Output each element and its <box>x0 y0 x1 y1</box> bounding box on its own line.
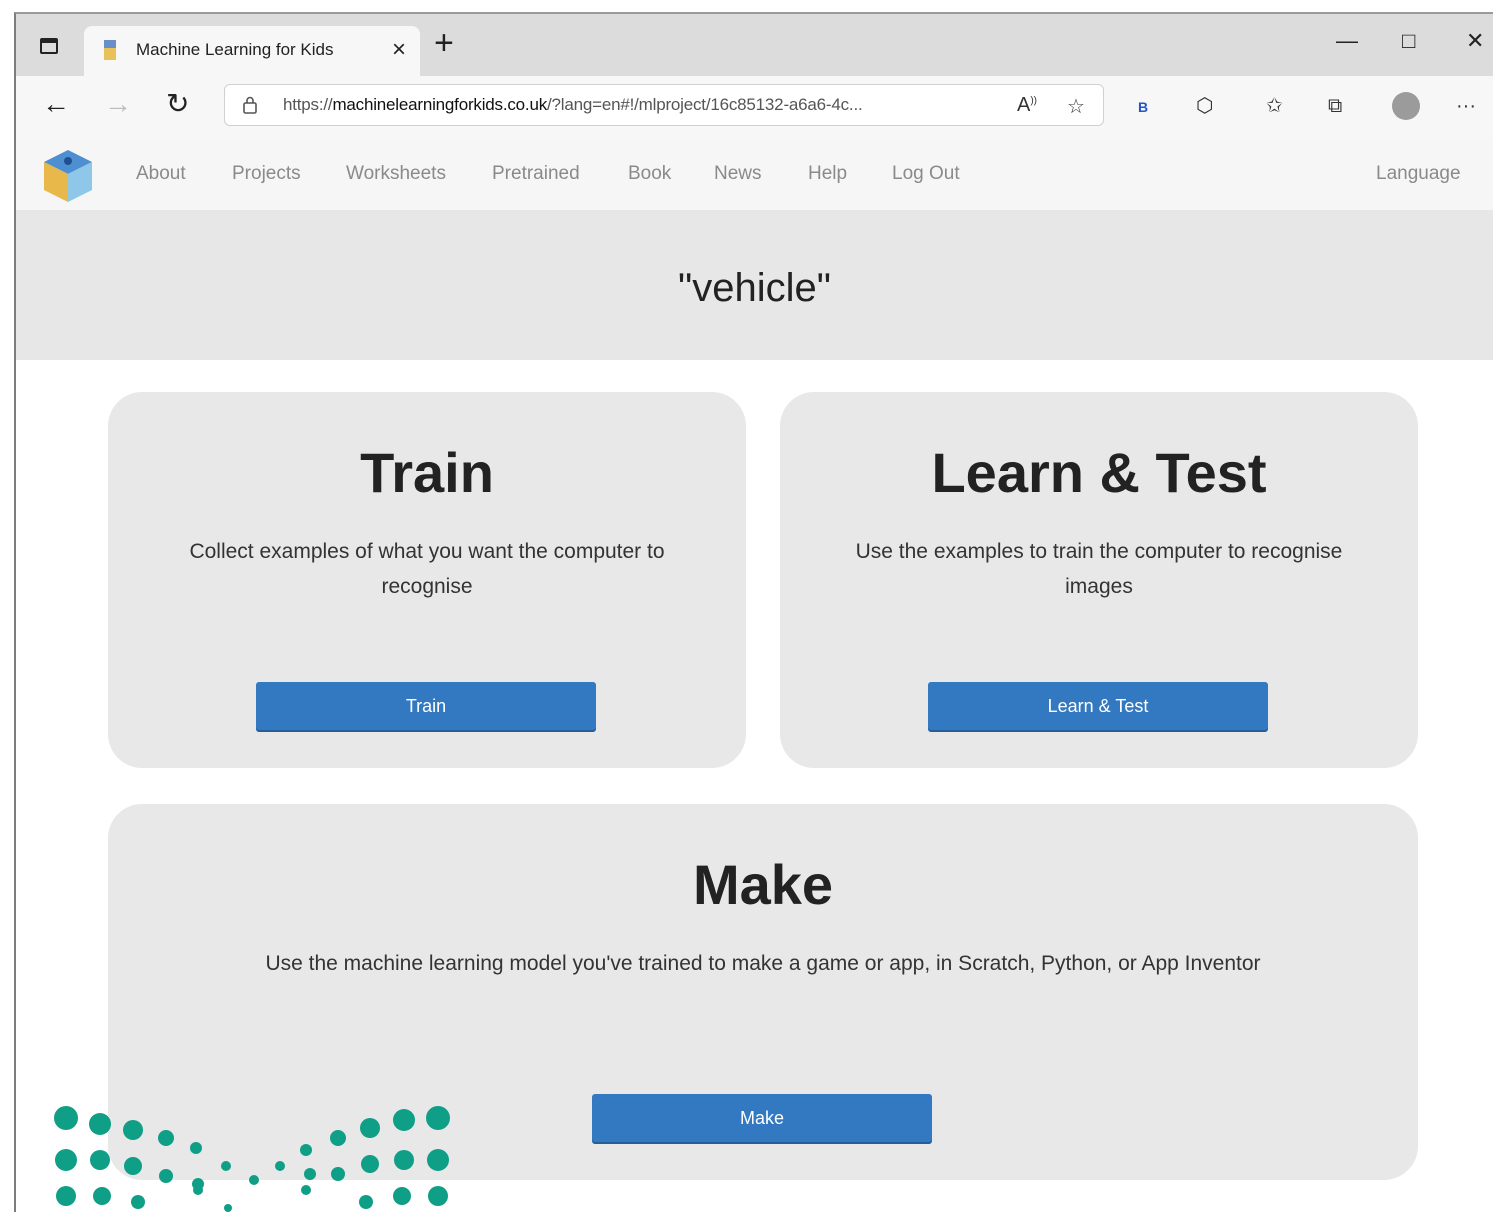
site-favicon-icon <box>104 40 116 60</box>
refresh-button[interactable]: ↻ <box>166 90 189 118</box>
browser-tab[interactable]: Machine Learning for Kids × <box>84 26 420 76</box>
decorative-dot-pattern <box>54 1106 450 1212</box>
learn-test-button[interactable]: Learn & Test <box>928 682 1268 730</box>
close-window-button[interactable]: ✕ <box>1466 28 1484 54</box>
forward-button[interactable]: → <box>104 90 132 118</box>
nav-news[interactable]: News <box>714 163 762 185</box>
new-tab-button[interactable]: + <box>434 26 454 60</box>
add-favorite-icon[interactable]: ☆ <box>1067 94 1085 119</box>
project-title: "vehicle" <box>678 266 831 310</box>
nav-projects[interactable]: Projects <box>232 163 301 185</box>
train-description: Collect examples of what you want the co… <box>128 534 726 604</box>
train-button[interactable]: Train <box>256 682 596 730</box>
learn-test-description-line1: Use the examples to train the computer t… <box>855 540 1343 563</box>
site-logo[interactable] <box>42 148 94 204</box>
nav-worksheets[interactable]: Worksheets <box>346 163 446 185</box>
collections-icon[interactable]: ⧉ <box>1328 96 1342 116</box>
address-bar[interactable]: https://machinelearningforkids.co.uk/?la… <box>224 84 1104 126</box>
nav-log-out[interactable]: Log Out <box>892 163 960 185</box>
train-description-line1: Collect examples of what you want the co… <box>189 540 665 563</box>
tab-title: Machine Learning for Kids <box>136 40 334 59</box>
train-heading: Train <box>360 441 494 504</box>
nav-help[interactable]: Help <box>808 163 847 185</box>
train-description-line2: recognise <box>381 575 473 598</box>
learn-test-card: Learn & Test Use the examples to train t… <box>780 392 1418 768</box>
project-header: "vehicle" <box>16 210 1493 360</box>
more-menu-icon[interactable]: ··· <box>1456 96 1476 116</box>
learn-test-heading: Learn & Test <box>931 441 1267 504</box>
make-heading: Make <box>692 853 834 916</box>
minimize-button[interactable]: — <box>1336 28 1358 54</box>
window-menu-icon[interactable] <box>40 38 58 54</box>
learn-test-description: Use the examples to train the computer t… <box>800 534 1398 604</box>
url-path: /?lang=en#!/mlproject/16c85132-a6a6-4c..… <box>547 95 863 114</box>
make-description: Use the machine learning model you've tr… <box>265 952 1261 975</box>
tab-bar: Machine Learning for Kids × + — □ ✕ <box>16 14 1493 76</box>
url-text: https://machinelearningforkids.co.uk/?la… <box>283 95 863 115</box>
lock-icon <box>243 96 257 114</box>
site-navbar: About Projects Worksheets Pretrained Boo… <box>16 138 1493 210</box>
nav-language[interactable]: Language <box>1376 163 1461 185</box>
url-prefix: https:// <box>283 95 333 114</box>
favorites-icon[interactable]: ✩ <box>1266 96 1283 116</box>
nav-pretrained[interactable]: Pretrained <box>492 163 580 185</box>
extension-icon[interactable]: ⬡ <box>1196 96 1213 116</box>
train-card: Train Collect examples of what you want … <box>108 392 746 768</box>
tab-close-icon[interactable]: × <box>392 36 406 64</box>
url-host: machinelearningforkids.co.uk <box>332 95 548 114</box>
back-button[interactable]: ← <box>42 90 70 118</box>
nav-about[interactable]: About <box>136 163 186 185</box>
profile-avatar[interactable] <box>1392 92 1420 120</box>
read-aloud-icon[interactable]: A)) <box>1017 94 1037 117</box>
browser-window: Machine Learning for Kids × + — □ ✕ ← → … <box>14 12 1493 1212</box>
maximize-button[interactable]: □ <box>1402 28 1415 54</box>
extension-b-icon[interactable]: B <box>1138 100 1148 114</box>
nav-book[interactable]: Book <box>628 163 671 185</box>
learn-test-description-line2: images <box>1065 575 1133 598</box>
make-button[interactable]: Make <box>592 1094 932 1142</box>
browser-toolbar: ← → ↻ https://machinelearningforkids.co.… <box>16 76 1493 139</box>
